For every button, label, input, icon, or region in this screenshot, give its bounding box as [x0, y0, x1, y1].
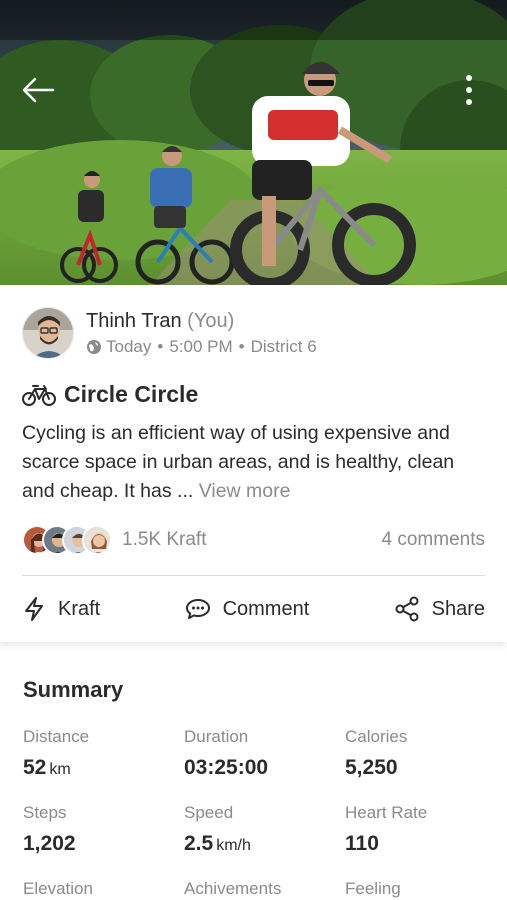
avatar[interactable] — [22, 307, 74, 359]
metric-distance: Distance 52 km — [23, 726, 173, 783]
comment-label: Comment — [222, 597, 310, 620]
meta-separator: • — [238, 337, 245, 356]
metric-label: Distance — [23, 727, 90, 746]
kraft-count[interactable]: 1.5K Kraft — [122, 529, 207, 551]
you-tag: (You) — [187, 310, 235, 332]
kraft-button[interactable]: Kraft — [22, 596, 100, 622]
kraft-label: Kraft — [58, 597, 101, 620]
meta-separator: • — [157, 337, 164, 356]
metric-label: Speed — [184, 803, 234, 822]
arrow-left-icon — [22, 77, 55, 103]
bicycle-icon — [22, 383, 56, 407]
divider — [22, 575, 485, 576]
author-name[interactable]: Thinh Tran (You) — [86, 308, 317, 334]
metric-speed: Speed 2.5 km/h — [184, 802, 334, 859]
metric-elevation: Elevation — [23, 878, 173, 900]
author-name-text: Thinh Tran — [86, 310, 182, 332]
engagement-stats: 1.5K Kraft 4 comments — [22, 523, 485, 557]
metric-value: 110 — [345, 832, 379, 855]
cover-photo — [0, 0, 507, 285]
post-description: Cycling is an efficient way of using exp… — [22, 419, 492, 506]
view-more-link[interactable]: View more — [199, 480, 291, 502]
activity-title: Circle Circle — [64, 381, 199, 407]
post-actions: Kraft Comment Share — [22, 591, 485, 627]
post-time: 5:00 PM — [169, 337, 233, 356]
post-date: Today — [106, 337, 152, 356]
metric-value: 2.5 km/h — [184, 832, 251, 855]
share-button[interactable]: Share — [394, 596, 485, 622]
metric-achievements: Achivements — [184, 878, 334, 900]
comments-count[interactable]: 4 comments — [382, 529, 485, 551]
summary-section: Summary Distance 52 km Duration 03:25:00 … — [0, 652, 507, 900]
metric-label: Calories — [345, 727, 408, 746]
metric-label: Elevation — [23, 879, 93, 898]
post-card: Thinh Tran (You) Today • 5:00 PM • Distr… — [0, 285, 507, 642]
metric-duration: Duration 03:25:00 — [184, 726, 334, 783]
lightning-icon — [22, 596, 46, 622]
metric-label: Achivements — [184, 879, 282, 898]
metric-steps: Steps 1,202 — [23, 802, 173, 859]
metric-heart-rate: Heart Rate 110 — [345, 802, 495, 859]
reactor-avatar — [82, 525, 112, 555]
more-options-button[interactable] — [457, 70, 481, 110]
reactors[interactable]: 1.5K Kraft — [22, 525, 207, 555]
summary-title: Summary — [23, 677, 124, 702]
cycling-photo — [0, 0, 507, 285]
metric-value: 52 km — [23, 756, 71, 779]
post-location: District 6 — [250, 337, 317, 356]
comment-icon — [185, 597, 211, 621]
back-button[interactable] — [18, 72, 58, 108]
metric-label: Duration — [184, 727, 249, 746]
metric-label: Heart Rate — [345, 803, 428, 822]
share-label: Share — [431, 597, 485, 620]
more-vertical-icon — [466, 75, 472, 105]
metric-value: 5,250 — [345, 756, 398, 779]
activity-title-row: Circle Circle — [22, 381, 198, 408]
metric-label: Steps — [23, 803, 67, 822]
globe-icon — [86, 339, 102, 355]
comment-button[interactable]: Comment — [185, 597, 310, 621]
metric-calories: Calories 5,250 — [345, 726, 495, 783]
metric-feeling: Feeling — [345, 878, 495, 900]
share-icon — [394, 596, 420, 622]
metric-value: 1,202 — [23, 832, 76, 855]
metric-value: 03:25:00 — [184, 756, 269, 779]
post-author[interactable]: Thinh Tran (You) Today • 5:00 PM • Distr… — [22, 307, 317, 359]
post-meta: Today • 5:00 PM • District 6 — [86, 336, 317, 358]
metric-label: Feeling — [345, 879, 401, 898]
